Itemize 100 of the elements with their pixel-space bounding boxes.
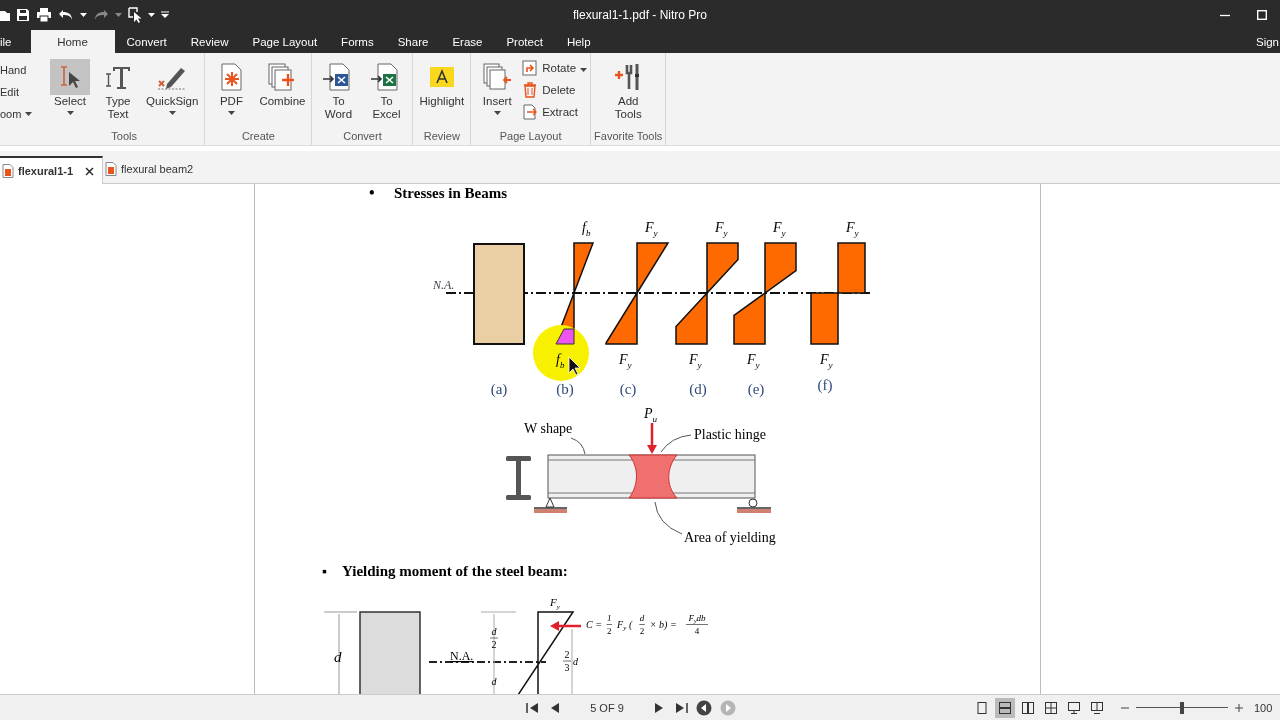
ribbon-tab[interactable]: ile — [0, 30, 31, 53]
arrow-icon — [526, 701, 540, 714]
bullet: • — [369, 184, 375, 201]
pdf-file-icon — [105, 162, 118, 176]
first-page-button[interactable] — [526, 701, 540, 714]
caret-icon[interactable] — [148, 13, 155, 17]
caret-icon[interactable] — [80, 13, 87, 17]
ribbon-tab[interactable]: Protect — [494, 30, 555, 53]
pdf-file-icon — [2, 164, 14, 178]
zoom-in-icon[interactable] — [1235, 703, 1243, 712]
folder-icon[interactable] — [0, 8, 10, 22]
force-arrow — [550, 621, 581, 631]
page-number-field[interactable]: 5 OF 9 — [570, 701, 644, 714]
document-extract-icon — [522, 104, 539, 120]
figure-caption: (d) — [689, 381, 707, 397]
tool-item[interactable]: Edit — [0, 84, 44, 100]
figure-caption: (f) — [817, 377, 833, 393]
ribbon-button[interactable]: To Excel — [363, 57, 410, 130]
ribbon-tab[interactable]: Share — [385, 30, 441, 53]
cursor-icon — [568, 356, 581, 376]
arrow-circle-icon — [696, 699, 712, 716]
view-mode-button[interactable] — [995, 697, 1015, 718]
view-icon — [1090, 700, 1104, 715]
ribbon-button[interactable]: Insert — [474, 57, 521, 130]
stress-label: F$_{y}$ — [820, 352, 833, 371]
stress-label: f$_{b}$ — [556, 352, 565, 371]
ribbon-tab[interactable]: Page Layout — [240, 30, 330, 53]
undo-icon[interactable] — [58, 8, 74, 22]
fraction: d — [491, 676, 497, 687]
save-icon[interactable] — [16, 8, 30, 22]
dimension-line — [571, 628, 573, 694]
rotate-icon — [522, 60, 539, 76]
maximize-icon[interactable] — [1257, 10, 1267, 20]
fraction: d 2 — [489, 626, 499, 650]
i-beam-icon — [506, 456, 531, 500]
window-title: flexural1-1.pdf - Nitro Pro — [572, 8, 708, 22]
ribbon-button[interactable]: Combine — [256, 57, 309, 130]
stress-label: F$_{y}$ — [773, 220, 786, 239]
ribbon-button[interactable]: Delete — [522, 82, 588, 98]
trash-icon — [522, 82, 539, 98]
group-label: Tools — [111, 130, 138, 142]
figure-caption: (c) — [619, 381, 637, 397]
group-label: Review — [423, 130, 460, 142]
leader-line — [654, 501, 683, 535]
documents-insert-icon — [481, 62, 514, 92]
close-icon[interactable] — [85, 166, 95, 176]
zoom-value: 100 — [1254, 701, 1273, 714]
ribbon-tab[interactable]: Review — [178, 30, 241, 53]
ribbon-tab[interactable]: Help — [554, 30, 603, 53]
group-label: Create — [241, 130, 275, 142]
cursor-select-icon[interactable] — [128, 7, 142, 23]
figure-caption: (a) — [490, 381, 508, 397]
view-icon — [975, 700, 989, 715]
highlight-mark — [555, 328, 575, 345]
bullet: ▪ — [322, 564, 327, 579]
stress-label: f$_{b}$ — [582, 220, 591, 239]
figure-label: W shape — [524, 421, 573, 436]
back-button[interactable] — [696, 699, 712, 716]
ribbon-button[interactable]: Highlight — [416, 57, 468, 130]
ribbon-button[interactable]: Type Text — [95, 57, 141, 130]
ribbon-tab[interactable]: Erase — [440, 30, 495, 53]
stress-label: F$_{y}$ — [715, 220, 728, 239]
dimension-label: d — [334, 649, 342, 665]
ribbon-button[interactable]: Add Tools — [605, 57, 652, 130]
tool-item[interactable]: Hand — [0, 62, 44, 78]
ribbon-button[interactable]: Extract — [522, 104, 588, 120]
leader-line — [570, 437, 586, 455]
group-label: Convert — [343, 130, 382, 142]
ribbon-button[interactable]: QuickSign — [143, 57, 202, 130]
group-label: Page Layout — [499, 130, 562, 142]
leader-line — [660, 434, 692, 453]
document-tab[interactable]: flexural beam2 — [103, 155, 202, 183]
view-icon — [1044, 700, 1058, 715]
view-icon — [1067, 700, 1081, 715]
figure-caption: (e) — [747, 381, 765, 397]
ribbon-tab[interactable]: Forms — [329, 30, 386, 53]
customize-icon[interactable] — [161, 11, 169, 19]
ribbon-button[interactable]: PDF — [208, 57, 255, 130]
sign-in-link[interactable]: Sign — [1255, 30, 1280, 53]
print-icon[interactable] — [36, 8, 52, 22]
section-heading: Yielding moment of the steel beam: — [342, 563, 568, 579]
ribbon-button[interactable]: Rotate — [522, 60, 588, 76]
figure-label: Area of yielding — [684, 530, 776, 545]
axis-label: N.A. — [433, 278, 455, 292]
stress-label: F$_{y}$ — [846, 220, 859, 239]
ribbon-tab[interactable]: Home — [30, 30, 115, 53]
ribbon-button[interactable]: Select — [47, 57, 93, 130]
last-page-button[interactable] — [674, 701, 688, 714]
redo-icon[interactable] — [93, 8, 109, 22]
view-icon — [1021, 700, 1035, 715]
axis-label: N.A. — [450, 649, 474, 663]
load-label: P$_{u}$ — [644, 406, 658, 425]
ribbon-button[interactable]: To Word — [315, 57, 362, 130]
stress-label: F$_{y}$ — [550, 596, 560, 612]
ribbon-tab[interactable]: Convert — [114, 30, 179, 53]
stress-label: F$_{y}$ — [619, 352, 632, 371]
arrow-circle-icon — [720, 699, 736, 716]
view-icon — [998, 700, 1012, 715]
stress-label: F$_{y}$ — [645, 220, 658, 239]
tool-item[interactable]: oom — [0, 106, 44, 122]
